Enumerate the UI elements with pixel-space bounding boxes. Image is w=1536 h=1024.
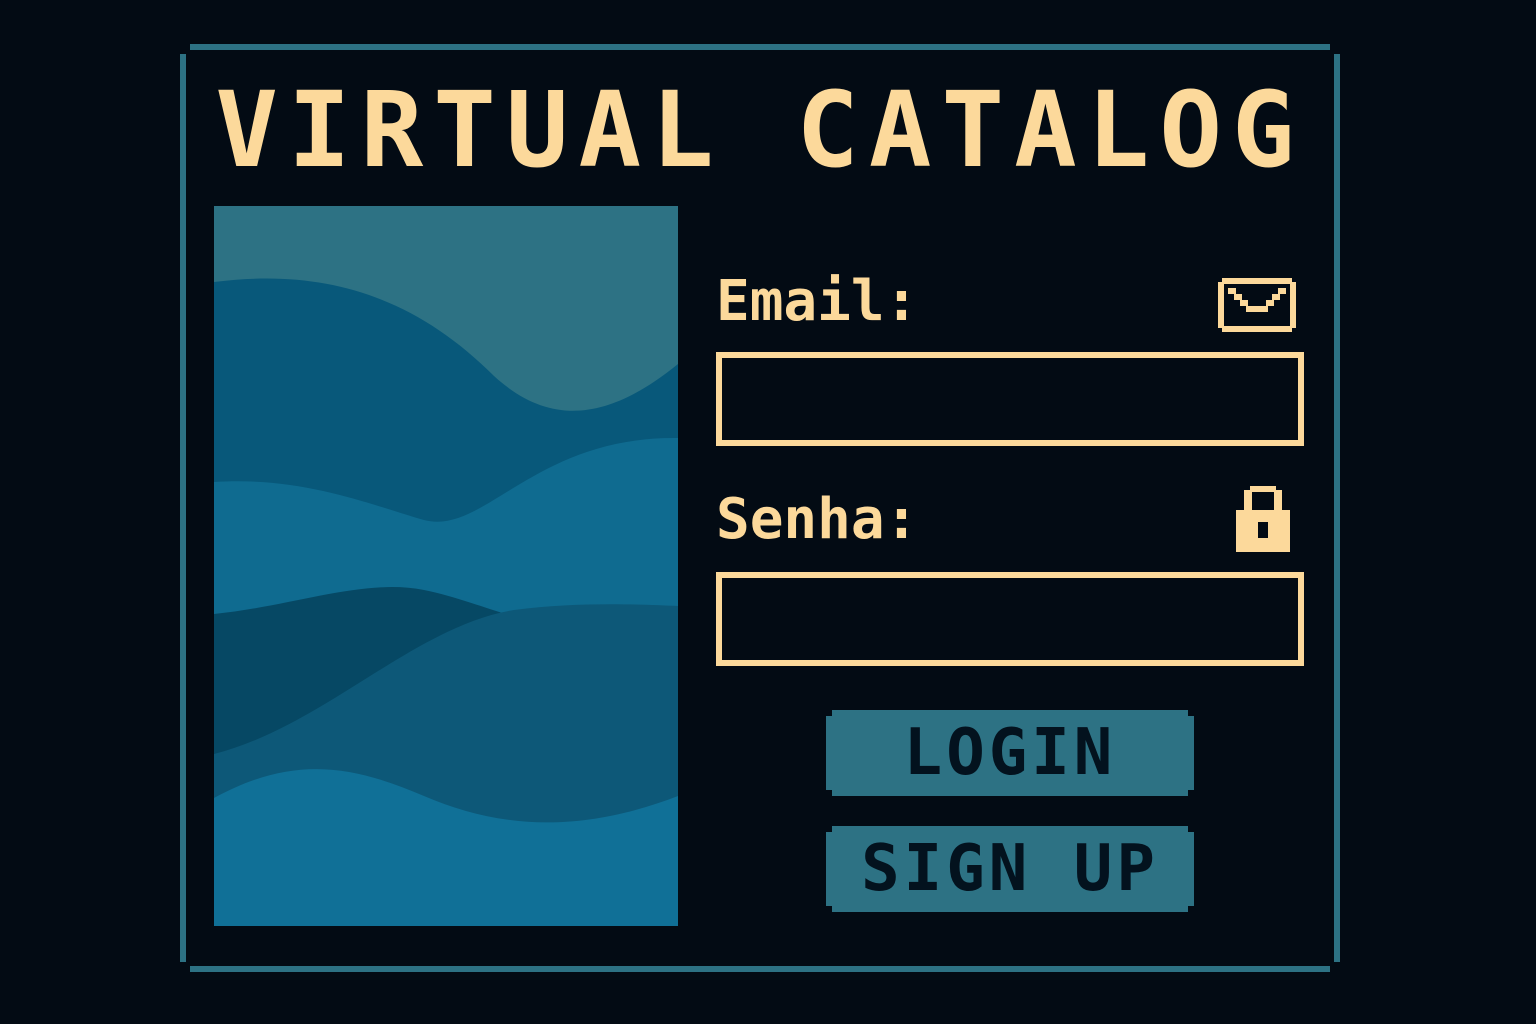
frame-corner [180,44,190,54]
login-button[interactable]: LOGIN [826,710,1194,796]
mail-icon [1218,278,1296,336]
page-title: VIRTUAL CATALOG [215,69,1305,191]
lock-icon [1236,486,1290,556]
email-label: Email: [716,269,919,334]
password-field[interactable] [716,572,1304,666]
frame-corner [1330,44,1340,54]
senha-label: Senha: [716,487,919,552]
decorative-wave-image [214,206,678,926]
frame-corner [180,962,190,972]
email-field[interactable] [716,352,1304,446]
frame-corner [1330,962,1340,972]
signup-button[interactable]: SIGN UP [826,826,1194,912]
